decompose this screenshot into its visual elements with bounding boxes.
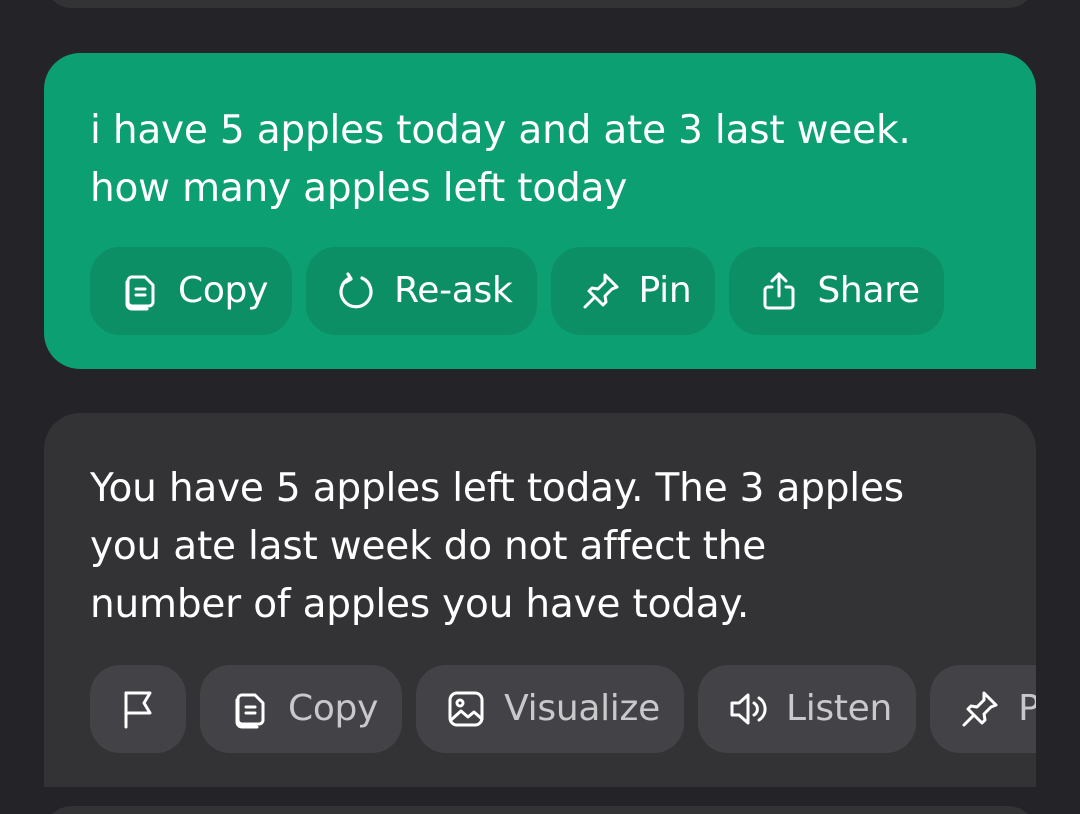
listen-button-label: Listen xyxy=(785,688,893,729)
speaker-icon xyxy=(726,687,770,731)
share-button[interactable]: Share xyxy=(729,247,944,335)
assistant-message-actions: Copy Visualize Listen P xyxy=(90,665,1036,753)
pin-icon xyxy=(579,269,623,313)
copy-button-label: Copy xyxy=(288,688,379,729)
share-button-label: Share xyxy=(817,270,920,311)
pin-button-label: P xyxy=(1018,688,1036,729)
flag-icon xyxy=(116,687,160,731)
copy-icon xyxy=(228,687,272,731)
re-ask-button[interactable]: Re-ask xyxy=(306,247,537,335)
share-icon xyxy=(757,269,801,313)
report-flag-button[interactable] xyxy=(90,665,186,753)
user-message-actions: Copy Re-ask Pin Share xyxy=(90,247,944,335)
copy-button[interactable]: Copy xyxy=(200,665,403,753)
pin-button-label: Pin xyxy=(638,270,692,311)
pin-icon xyxy=(958,687,1002,731)
pin-button[interactable]: Pin xyxy=(550,247,716,335)
re-ask-button-label: Re-ask xyxy=(394,270,513,311)
copy-icon xyxy=(118,269,162,313)
copy-button[interactable]: Copy xyxy=(90,247,293,335)
user-message-text: i have 5 apples today and ate 3 last wee… xyxy=(90,108,911,211)
image-icon xyxy=(444,687,488,731)
refresh-icon xyxy=(334,269,378,313)
visualize-button[interactable]: Visualize xyxy=(416,665,684,753)
chat-screen: i have 5 apples today and ate 3 last wee… xyxy=(0,0,1080,814)
next-message-card xyxy=(44,806,1036,814)
user-message-bubble: i have 5 apples today and ate 3 last wee… xyxy=(44,53,1036,369)
pin-button[interactable]: P xyxy=(930,665,1036,753)
assistant-message-text: You have 5 apples left today. The 3 appl… xyxy=(90,466,904,627)
copy-button-label: Copy xyxy=(178,270,269,311)
listen-button[interactable]: Listen xyxy=(697,665,917,753)
previous-message-card xyxy=(44,0,1036,8)
assistant-message-bubble: You have 5 apples left today. The 3 appl… xyxy=(44,413,1036,787)
visualize-button-label: Visualize xyxy=(504,688,660,729)
